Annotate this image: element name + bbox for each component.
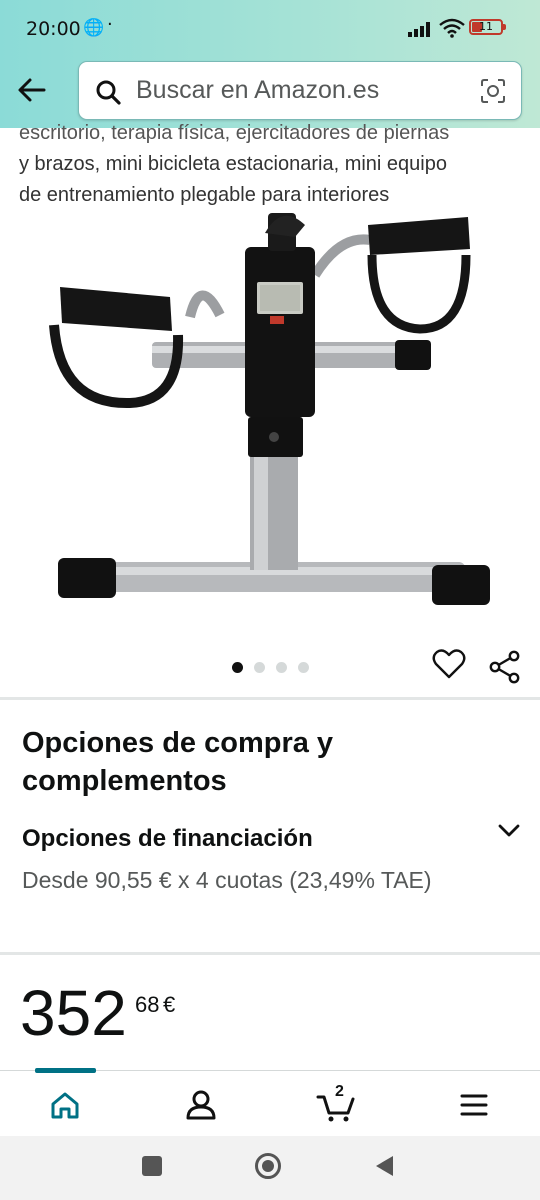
account-icon[interactable] bbox=[181, 1085, 221, 1125]
search-input[interactable]: Buscar en Amazon.es bbox=[78, 61, 522, 120]
home-icon[interactable] bbox=[45, 1085, 85, 1125]
share-icon[interactable] bbox=[489, 650, 521, 684]
back-button-icon[interactable] bbox=[373, 1154, 395, 1178]
wifi-icon bbox=[439, 18, 465, 38]
financing-description: Desde 90,55 € x 4 cuotas (23,49% TAE) bbox=[22, 867, 432, 893]
cart-count-badge: 2 bbox=[335, 1083, 344, 1100]
home-button-icon[interactable] bbox=[254, 1152, 282, 1180]
product-title-line: escritorio, terapia física, ejercitadore… bbox=[19, 122, 450, 144]
menu-icon[interactable] bbox=[454, 1085, 494, 1125]
search-icon bbox=[96, 80, 121, 105]
options-heading: Opciones de compra y complementos bbox=[22, 727, 334, 797]
search-placeholder: Buscar en Amazon.es bbox=[136, 76, 380, 104]
product-image[interactable] bbox=[40, 205, 500, 615]
price-currency: € bbox=[163, 992, 176, 1017]
heart-icon[interactable] bbox=[432, 648, 466, 680]
section-divider bbox=[0, 697, 540, 700]
header-bar: 20:00 🌐 · 11 Buscar en Amazon.es bbox=[0, 0, 540, 128]
bottom-nav: 2 bbox=[0, 1068, 540, 1137]
status-time: 20:00 bbox=[26, 18, 81, 40]
active-tab-indicator bbox=[35, 1068, 96, 1073]
system-nav-bar bbox=[0, 1136, 540, 1200]
pager-dot-active[interactable] bbox=[232, 662, 243, 673]
price-fraction: 68 bbox=[135, 992, 160, 1017]
notification-dot-icon: · bbox=[107, 14, 113, 35]
price-whole: 352 bbox=[20, 977, 127, 1049]
pager-dot[interactable] bbox=[276, 662, 287, 673]
battery-icon: 11 bbox=[469, 19, 503, 35]
status-bar: 20:00 🌐 · 11 bbox=[0, 0, 540, 58]
product-title: escritorio, terapia física, ejercitadore… bbox=[19, 118, 524, 211]
product-title-line: y brazos, mini bicicleta estacionaria, m… bbox=[19, 153, 447, 175]
battery-tip bbox=[503, 24, 506, 30]
financing-title[interactable]: Opciones de financiación bbox=[22, 825, 313, 853]
pager-dot[interactable] bbox=[254, 662, 265, 673]
pager-dot[interactable] bbox=[298, 662, 309, 673]
signal-icon bbox=[408, 22, 430, 37]
camera-search-icon[interactable] bbox=[479, 77, 507, 105]
recent-apps-icon[interactable] bbox=[141, 1155, 163, 1177]
section-divider bbox=[0, 952, 540, 955]
battery-percent: 11 bbox=[479, 20, 493, 33]
cart-button[interactable]: 2 bbox=[316, 1083, 356, 1125]
back-arrow-icon[interactable] bbox=[14, 72, 50, 108]
globe-icon: 🌐 bbox=[83, 18, 105, 38]
chevron-down-icon[interactable] bbox=[496, 820, 522, 842]
